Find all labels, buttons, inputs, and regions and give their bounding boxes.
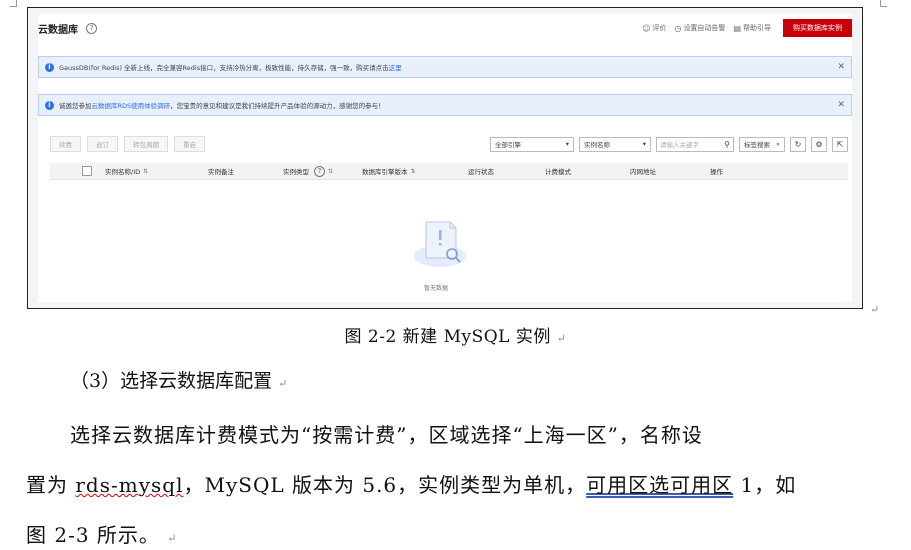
notice-survey-link[interactable]: 云数据库RDS使用体验调研 xyxy=(92,100,171,110)
to-yearly-button[interactable]: 转包周期 xyxy=(124,136,168,152)
feedback-label: 评价 xyxy=(652,24,667,32)
body-line-3: 图 2-3 所示。 ↵ xyxy=(26,519,178,548)
toolbar-right: 全部引擎 ▾ 实例名称 ▾ 请输入关键字 ⚲ 标签搜索 » ↻ ⚙ ⇱ xyxy=(490,136,848,152)
notice-redis-link[interactable]: 这里 xyxy=(389,62,402,72)
smile-icon: ☺ xyxy=(642,23,651,33)
sort-icon[interactable]: ⇅ xyxy=(143,168,148,175)
column-label: 实例备注 xyxy=(208,168,234,176)
column-billing: 计费模式 xyxy=(545,163,571,179)
filter-icon[interactable]: ⇅ xyxy=(328,168,333,175)
tag-search-button[interactable]: 标签搜索 » xyxy=(739,136,785,152)
help-label: 帮助引导 xyxy=(743,24,771,32)
column-engine-version[interactable]: 数据库引擎版本 ⇅ xyxy=(362,163,416,179)
column-private-ip: 内网地址 xyxy=(630,163,656,179)
export-icon[interactable]: ⇱ xyxy=(832,136,848,152)
search-field-select[interactable]: 实例名称 ▾ xyxy=(579,136,652,152)
page-title: 云数据库 xyxy=(38,24,78,36)
body-text: 置为 xyxy=(26,473,76,497)
paragraph-mark: ↵ xyxy=(870,303,880,316)
console-title-bar: 云数据库 ? ☺ 评价 ◷ 设置自动告警 ▤ 帮助引导 购买数据库实例 xyxy=(38,18,852,38)
paragraph-mark: ↵ xyxy=(278,377,288,390)
info-icon: i xyxy=(45,62,54,72)
section-subheading: （3）选择云数据库配置 ↵ xyxy=(70,366,287,393)
tag-search-label: 标签搜索 xyxy=(744,141,771,149)
caret-down-icon: ▾ xyxy=(642,140,647,148)
restart-button[interactable]: 重启 xyxy=(174,136,205,152)
body-line-2: 置为 rds-mysql，MySQL 版本为 5.6，实例类型为单机，可用区选可… xyxy=(26,469,796,498)
body-text: 图 2-3 所示。 xyxy=(26,523,160,547)
column-instance-type[interactable]: 实例类型? ⇅ xyxy=(283,163,333,179)
column-label: 内网地址 xyxy=(630,168,656,176)
empty-data-icon xyxy=(414,221,466,267)
page-corner-mark-right xyxy=(880,0,887,7)
column-label: 数据库引擎版本 xyxy=(362,168,408,176)
search-input[interactable]: 请输入关键字 ⚲ xyxy=(656,136,735,152)
body-text: 1，如 xyxy=(733,473,797,497)
engine-select-value: 全部引擎 xyxy=(495,141,522,149)
empty-data-text: 暂无数据 xyxy=(424,285,449,292)
column-label: 实例名称/ID xyxy=(105,168,141,176)
question-icon[interactable]: ? xyxy=(314,165,325,177)
page-corner-mark-left xyxy=(10,0,17,7)
subheading-text: （3）选择云数据库配置 xyxy=(70,370,273,392)
help-link[interactable]: ▤ 帮助引导 xyxy=(733,23,771,33)
column-remark: 实例备注 xyxy=(208,163,234,179)
embedded-screenshot: 云数据库 ? ☺ 评价 ◷ 设置自动告警 ▤ 帮助引导 购买数据库实例 i Gauss… xyxy=(27,7,863,309)
body-text: ，MySQL 版本为 5.6，实例类型为单机， xyxy=(183,473,587,497)
engine-select[interactable]: 全部引擎 ▾ xyxy=(490,136,575,152)
instance-table-header: 实例名称/ID ⇅ 实例备注 实例类型? ⇅ 数据库引擎版本 ⇅ 运行状态 计费模式 … xyxy=(50,163,848,180)
column-instance-name[interactable]: 实例名称/ID ⇅ xyxy=(105,163,148,179)
column-status: 运行状态 xyxy=(468,163,494,179)
search-field-value: 实例名称 xyxy=(584,141,611,149)
column-label: 操作 xyxy=(710,168,723,176)
paragraph-mark: ↵ xyxy=(167,532,178,545)
feedback-link[interactable]: ☺ 评价 xyxy=(642,23,666,33)
filter-icon[interactable]: ⇅ xyxy=(411,168,416,175)
buy-instance-button[interactable]: 购买数据库实例 xyxy=(783,19,852,37)
notice-survey: i 诚邀您参加 云数据库RDS使用体验调研 ，您宝贵的意见和建议是我们持续提升产… xyxy=(38,94,852,116)
settings-icon[interactable]: ⚙ xyxy=(811,136,827,152)
checkbox[interactable] xyxy=(82,166,92,176)
search-icon: ⚲ xyxy=(724,139,731,149)
column-actions: 操作 xyxy=(710,163,723,179)
close-icon[interactable]: ✕ xyxy=(837,100,845,110)
question-icon[interactable]: ? xyxy=(86,22,97,34)
instance-toolbar: 续费 退订 转包周期 重启 全部引擎 ▾ 实例名称 ▾ 请输入关键字 ⚲ 标签搜索 » … xyxy=(50,136,848,152)
figure-caption: 图 2-2 新建 MySQL 实例 ↵ xyxy=(0,322,911,347)
search-placeholder: 请输入关键字 xyxy=(660,141,700,149)
refresh-icon[interactable]: ↻ xyxy=(790,136,806,152)
notice-survey-text-after: ，您宝贵的意见和建议是我们持续提升产品体验的源动力，感谢您的参与！ xyxy=(170,102,385,110)
paragraph-mark: ↵ xyxy=(556,332,567,345)
notice-redis-text: GaussDB(for Redis) 全新上线，完全兼容Redis接口，支持冷热… xyxy=(59,64,389,72)
top-links: ☺ 评价 ◷ 设置自动告警 ▤ 帮助引导 购买数据库实例 xyxy=(642,19,852,37)
close-icon[interactable]: ✕ xyxy=(837,62,845,72)
renew-button[interactable]: 续费 xyxy=(50,136,81,152)
guide-icon: ▤ xyxy=(733,23,741,33)
select-all-checkbox[interactable] xyxy=(82,163,92,179)
alarm-label: 设置自动告警 xyxy=(683,24,726,32)
column-label: 实例类型 xyxy=(283,168,309,176)
info-icon: i xyxy=(45,100,54,110)
double-chevron-down-icon: » xyxy=(776,140,780,148)
clock-icon: ◷ xyxy=(674,23,682,33)
body-line-1: 选择云数据库计费模式为“按需计费”，区域选择“上海一区”，名称设 xyxy=(70,423,703,447)
caret-down-icon: ▾ xyxy=(565,140,570,148)
notice-survey-text-before: 诚邀您参加 xyxy=(59,102,92,110)
figure-caption-text: 图 2-2 新建 MySQL 实例 xyxy=(344,327,551,347)
notice-redis: i GaussDB(for Redis) 全新上线，完全兼容Redis接口，支持… xyxy=(38,56,852,78)
unsubscribe-button[interactable]: 退订 xyxy=(87,136,118,152)
spellcheck-word: rds-mysql xyxy=(75,473,184,497)
column-label: 计费模式 xyxy=(545,168,571,176)
alarm-link[interactable]: ◷ 设置自动告警 xyxy=(674,23,725,33)
column-label: 运行状态 xyxy=(468,168,494,176)
grammar-check-phrase: 可用区选可用区 xyxy=(586,473,734,497)
